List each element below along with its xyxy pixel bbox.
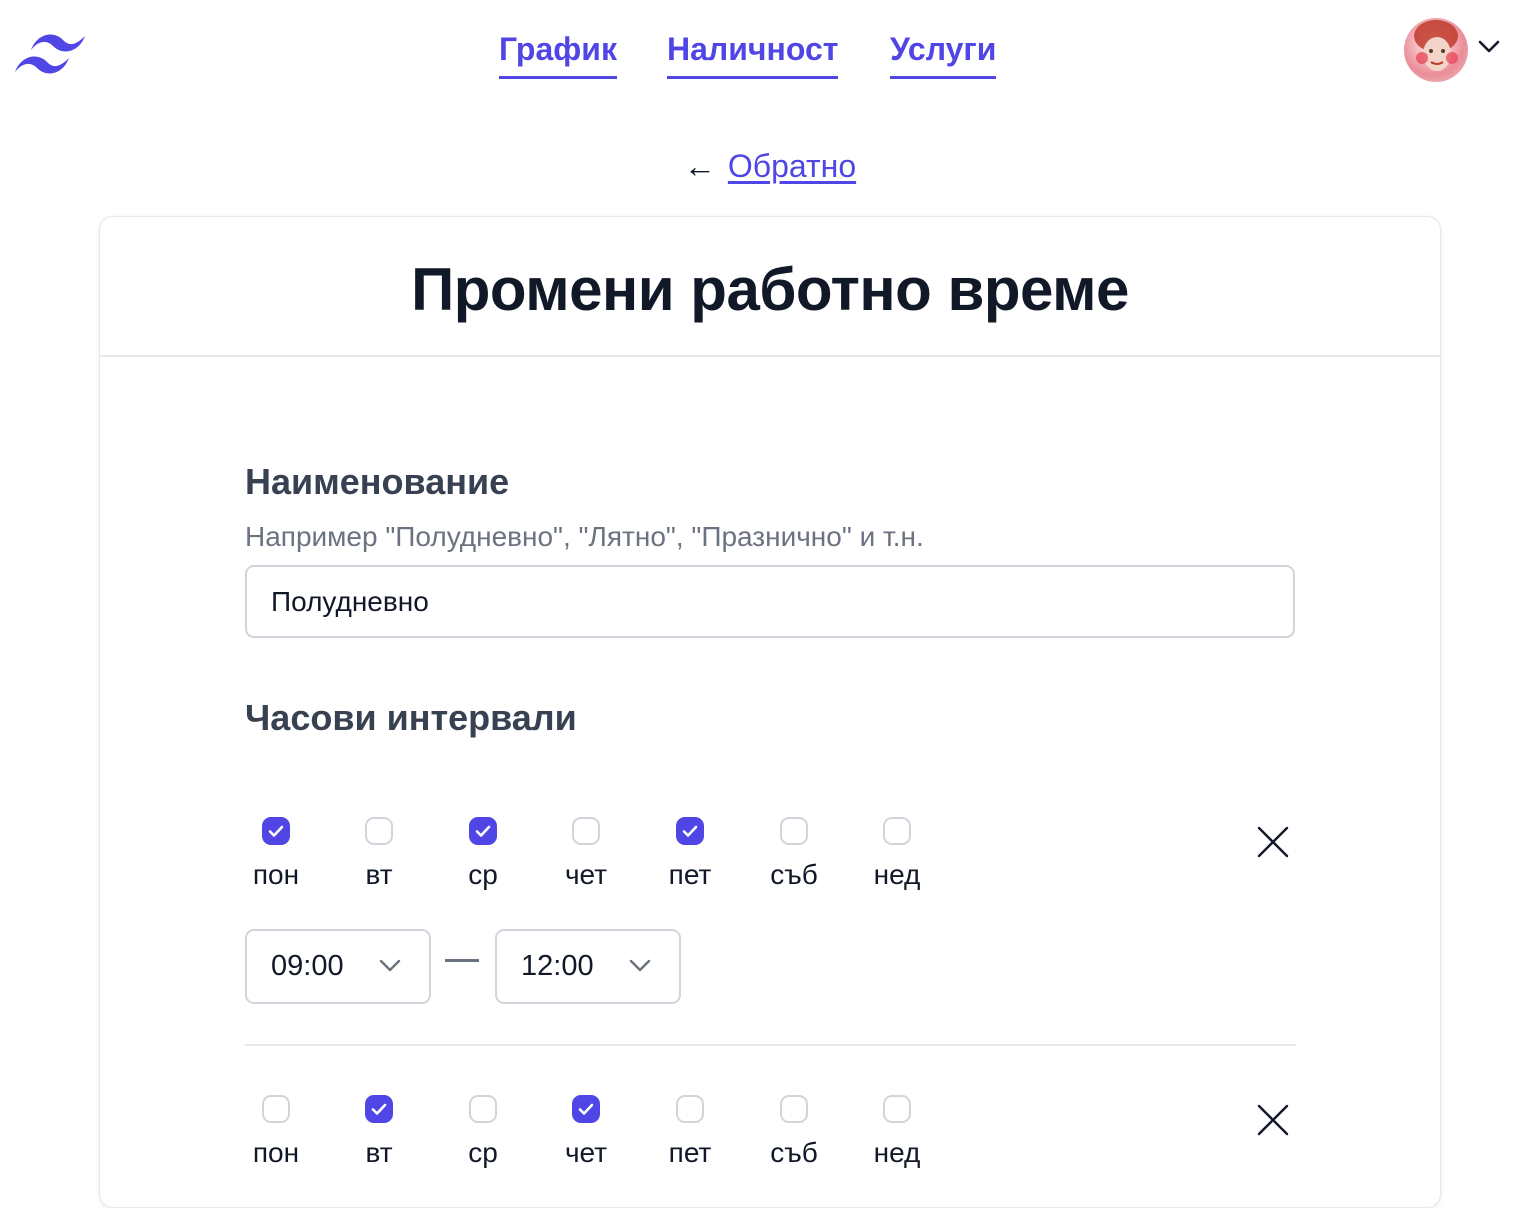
intervals-label: Часови интервали [245,697,577,738]
time-from-select[interactable]: 09:00 [245,929,431,1004]
day-checkbox-wed[interactable]: ср [443,1095,523,1169]
day-label: пет [668,1137,712,1168]
back-link[interactable]: Обратно [728,148,856,184]
check-icon [578,1103,594,1115]
check-icon [268,825,284,837]
name-label: Наименование [245,461,510,502]
interval-divider [245,1044,1296,1046]
close-icon[interactable] [1253,822,1293,862]
day-checkbox-mon[interactable]: пон [236,1095,316,1169]
day-checkbox-thu[interactable]: чет [546,1095,626,1169]
day-checkbox-tue[interactable]: вт [339,817,419,891]
range-separator [445,959,479,962]
name-hint: Например "Полудневно", "Лятно", "Празнич… [245,521,924,552]
chevron-down-icon[interactable] [1478,40,1500,54]
page-title: Промени работно време [411,256,1129,323]
day-label: нед [873,859,921,890]
checkbox[interactable] [780,817,808,845]
check-icon [371,1103,387,1115]
nav-link-availability[interactable]: Наличност [667,30,839,80]
back-link-row: ← Обратно [0,148,1540,185]
day-checkbox-fri[interactable]: пет [650,817,730,891]
checkbox[interactable] [469,1095,497,1123]
checkbox[interactable] [572,1095,600,1123]
checkbox[interactable] [572,817,600,845]
day-label: чет [564,859,608,890]
day-checkbox-sat[interactable]: съб [754,817,834,891]
day-checkbox-tue[interactable]: вт [339,1095,419,1169]
day-label: пет [668,859,712,890]
nav-link-schedule[interactable]: График [499,30,617,80]
day-label: нед [873,1137,921,1168]
checkbox[interactable] [883,817,911,845]
day-checkbox-fri[interactable]: пет [650,1095,730,1169]
card-header: Промени работно време [100,217,1440,357]
top-bar: График Наличност Услуги [0,0,1540,110]
avatar[interactable] [1404,18,1468,82]
edit-hours-card: Промени работно време Наименование Напри… [99,216,1441,1208]
checkbox[interactable] [469,817,497,845]
name-input[interactable]: Полудневно [245,565,1295,638]
day-checkbox-sun[interactable]: нед [857,1095,937,1169]
day-label: съб [770,1137,818,1168]
time-from-value: 09:00 [271,950,344,982]
checkbox[interactable] [262,1095,290,1123]
day-checkbox-mon[interactable]: пон [236,817,316,891]
day-label: вт [365,859,393,890]
check-icon [475,825,491,837]
day-checkbox-sat[interactable]: съб [754,1095,834,1169]
day-checkbox-thu[interactable]: чет [546,817,626,891]
time-to-select[interactable]: 12:00 [495,929,681,1004]
day-label: ср [468,859,498,890]
main-nav: График Наличност Услуги [0,30,1540,90]
checkbox[interactable] [365,1095,393,1123]
chevron-down-icon [379,959,401,972]
checkbox[interactable] [262,817,290,845]
arrow-left-icon: ← [683,148,716,184]
day-label: ср [468,1137,498,1168]
day-checkbox-wed[interactable]: ср [443,817,523,891]
day-checkbox-sun[interactable]: нед [857,817,937,891]
checkbox[interactable] [676,817,704,845]
time-to-value: 12:00 [521,950,594,982]
day-label: вт [365,1137,393,1168]
day-label: пон [252,1137,300,1168]
chevron-down-icon [629,959,651,972]
close-icon[interactable] [1253,1100,1293,1140]
checkbox[interactable] [883,1095,911,1123]
avatar-image [1414,20,1458,71]
check-icon [682,825,698,837]
day-label: съб [770,859,818,890]
checkbox[interactable] [780,1095,808,1123]
nav-link-services[interactable]: Услуги [890,30,997,80]
day-label: пон [252,859,300,890]
checkbox[interactable] [365,817,393,845]
user-menu[interactable] [1404,18,1514,86]
day-label: чет [564,1137,608,1168]
checkbox[interactable] [676,1095,704,1123]
